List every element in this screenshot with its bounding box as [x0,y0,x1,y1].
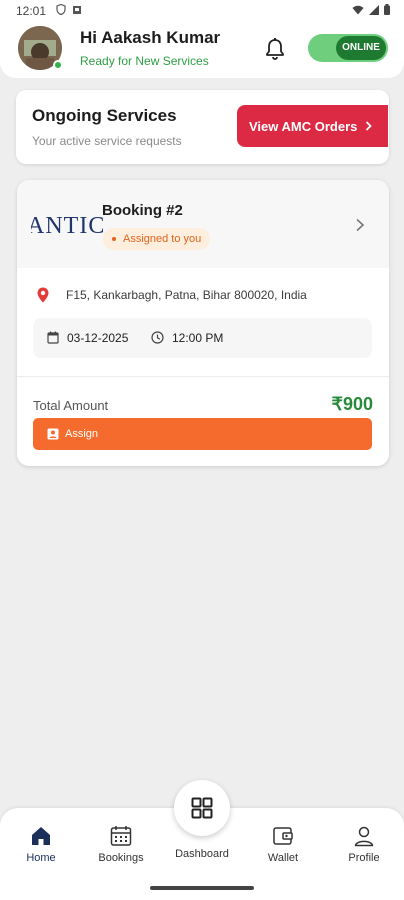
booking-date: 03-12-2025 [67,331,129,345]
grid-icon [191,797,213,819]
booking-datetime: 03-12-2025 12:00 PM [33,318,372,358]
status-dot [112,237,116,241]
company-logo: ANTIC [31,206,103,246]
nav-label-dashboard: Dashboard [175,848,229,860]
home-icon [32,827,50,845]
ongoing-services-subtitle: Your active service requests [32,134,182,148]
dashboard-button[interactable] [174,780,230,836]
online-toggle[interactable]: ONLINE [308,34,388,62]
booking-address: F15, Kankarbagh, Patna, Bihar 800020, In… [66,288,307,302]
booking-card[interactable]: ANTIC Booking #2 Assigned to you F15, Ka… [17,180,389,466]
nav-label-home: Home [26,852,56,864]
ongoing-services-title: Ongoing Services [32,106,177,125]
total-amount-value: ₹900 [331,394,373,414]
calendar-icon [110,826,132,846]
contact-card-icon [47,428,59,440]
notification-icon [73,5,81,14]
nav-label-bookings: Bookings [98,852,144,864]
company-logo-text: ANTIC [31,213,103,239]
status-bar: 12:01 [0,0,404,22]
location-pin-icon [37,287,49,303]
nav-label-profile: Profile [348,852,380,864]
nav-item-home[interactable]: Home [6,824,76,864]
chevron-right-icon[interactable] [355,218,365,232]
online-status-dot [53,60,63,70]
person-icon [354,826,374,847]
bell-icon[interactable] [264,37,286,61]
card-divider [17,376,389,377]
signal-icon [369,4,379,15]
status-left-icons [56,4,82,15]
battery-icon [384,4,390,15]
status-badge: Assigned to you [103,228,211,250]
nav-item-profile[interactable]: Profile [329,824,399,864]
booking-time: 12:00 PM [172,331,224,345]
online-toggle-label: ONLINE [336,36,386,60]
greeting: Hi Aakash Kumar [80,28,221,47]
calendar-icon [47,331,59,344]
chevron-right-icon [366,121,373,131]
booking-title: Booking #2 [102,202,183,219]
status-time: 12:01 [16,4,47,18]
home-indicator[interactable] [150,886,254,890]
clock-icon [151,331,164,344]
nav-item-wallet[interactable]: Wallet [248,824,318,864]
status-right-icons [352,4,390,15]
status-badge-label: Assigned to you [123,233,202,245]
header: Hi Aakash Kumar Ready for New Services O… [0,22,404,78]
greeting-subtitle: Ready for New Services [80,54,209,68]
assign-button-label: Assign [65,428,99,440]
wifi-icon [352,5,364,14]
wallet-icon [273,827,293,845]
assign-button[interactable]: Assign [33,418,372,450]
nav-item-bookings[interactable]: Bookings [86,824,156,864]
total-amount-label: Total Amount [33,398,109,413]
view-amc-orders-label: View AMC Orders [249,118,358,134]
shield-icon [56,4,66,15]
view-amc-orders-button[interactable]: View AMC Orders [237,105,388,147]
nav-label-wallet: Wallet [267,852,299,864]
